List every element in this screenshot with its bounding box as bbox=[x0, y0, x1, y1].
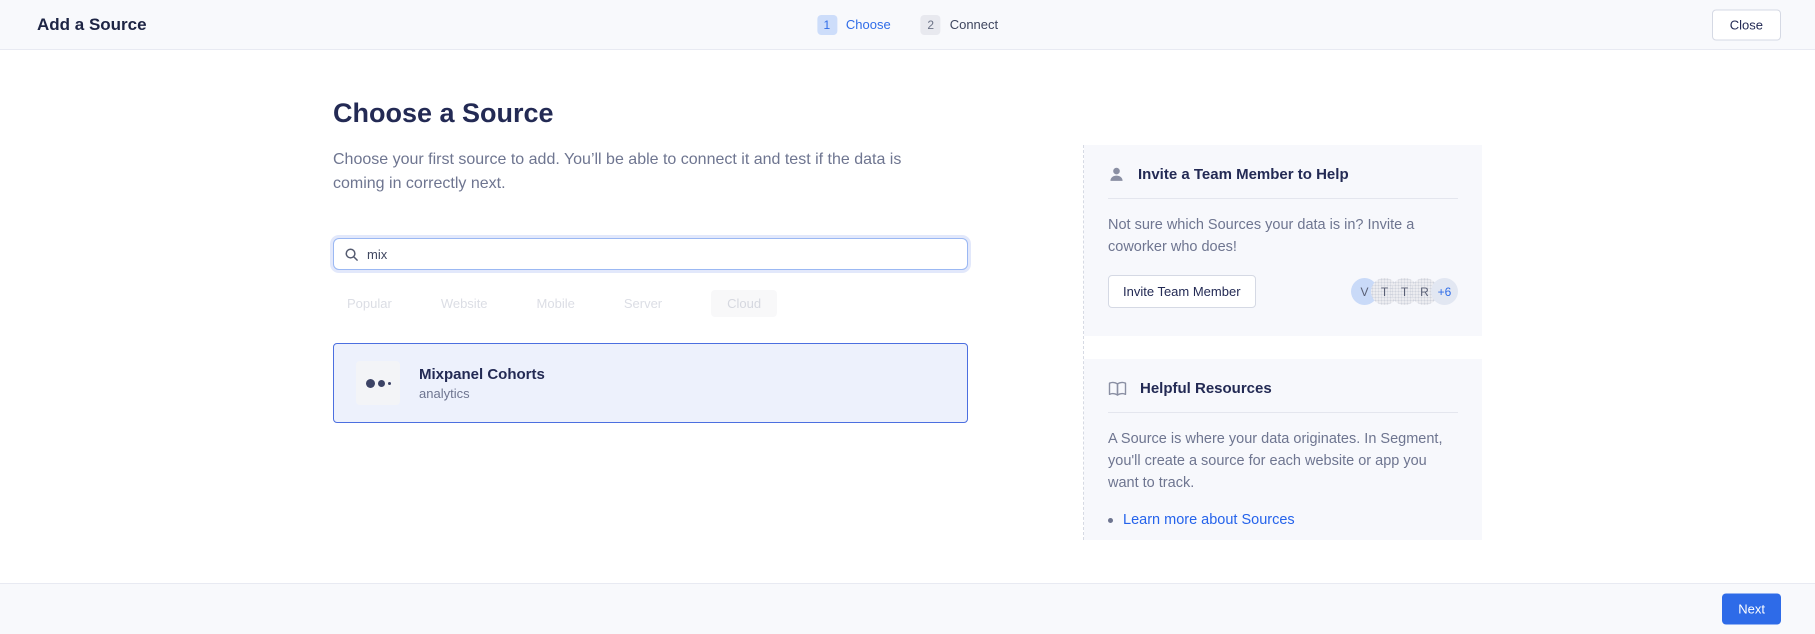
tab-website[interactable]: Website bbox=[441, 290, 488, 317]
step-choose[interactable]: 1 Choose bbox=[817, 15, 891, 35]
tab-cloud[interactable]: Cloud bbox=[711, 290, 777, 317]
step-connect-number: 2 bbox=[921, 15, 941, 35]
resources-card-header: Helpful Resources bbox=[1108, 380, 1458, 397]
step-connect-label: Connect bbox=[950, 17, 998, 32]
divider bbox=[1108, 412, 1458, 413]
close-button[interactable]: Close bbox=[1712, 9, 1781, 40]
invite-card-title: Invite a Team Member to Help bbox=[1138, 166, 1349, 183]
source-result-mixpanel-cohorts[interactable]: Mixpanel Cohorts analytics bbox=[333, 343, 968, 423]
mixpanel-dots-logo-icon bbox=[356, 361, 400, 405]
stepper: 1 Choose 2 Connect bbox=[817, 15, 998, 35]
search-icon bbox=[344, 247, 359, 262]
step-connect[interactable]: 2 Connect bbox=[921, 15, 998, 35]
resources-card-title: Helpful Resources bbox=[1140, 380, 1272, 397]
search-input[interactable] bbox=[367, 247, 957, 262]
invite-team-card: Invite a Team Member to Help Not sure wh… bbox=[1084, 145, 1482, 336]
tab-popular[interactable]: Popular bbox=[347, 290, 392, 317]
page-body: Choose a Source Choose your first source… bbox=[0, 50, 1815, 583]
resources-card-body: A Source is where your data originates. … bbox=[1108, 428, 1453, 494]
team-avatars: V T T R +6 bbox=[1351, 278, 1458, 305]
result-title: Mixpanel Cohorts bbox=[419, 366, 545, 383]
invite-card-body: Not sure which Sources your data is in? … bbox=[1108, 214, 1453, 258]
person-icon bbox=[1108, 166, 1125, 183]
next-button[interactable]: Next bbox=[1722, 594, 1781, 625]
invite-card-header: Invite a Team Member to Help bbox=[1108, 166, 1458, 183]
footer-bar: Next bbox=[0, 583, 1815, 634]
step-choose-number: 1 bbox=[817, 15, 837, 35]
resource-list-item: Learn more about Sources bbox=[1108, 512, 1458, 528]
add-source-screen: Add a Source 1 Choose 2 Connect Close Ch… bbox=[0, 0, 1815, 634]
invite-row: Invite Team Member V T T R +6 bbox=[1108, 275, 1458, 308]
window-title: Add a Source bbox=[37, 15, 147, 35]
divider bbox=[1108, 198, 1458, 199]
source-search[interactable] bbox=[333, 238, 968, 270]
bullet-icon bbox=[1108, 518, 1113, 523]
step-choose-label: Choose bbox=[846, 17, 891, 32]
result-text: Mixpanel Cohorts analytics bbox=[419, 366, 545, 401]
category-tabs: Popular Website Mobile Server Cloud bbox=[347, 290, 777, 317]
tab-mobile[interactable]: Mobile bbox=[537, 290, 575, 317]
tab-server[interactable]: Server bbox=[624, 290, 662, 317]
avatar-overflow-count: +6 bbox=[1431, 278, 1458, 305]
book-icon bbox=[1108, 381, 1127, 397]
page-description: Choose your first source to add. You’ll … bbox=[333, 148, 955, 196]
top-bar: Add a Source 1 Choose 2 Connect Close bbox=[0, 0, 1815, 50]
page-title: Choose a Source bbox=[333, 98, 554, 129]
resource-links: Learn more about Sources bbox=[1108, 512, 1458, 528]
main-content: Choose a Source Choose your first source… bbox=[333, 50, 968, 583]
learn-more-sources-link[interactable]: Learn more about Sources bbox=[1123, 512, 1295, 528]
result-category: analytics bbox=[419, 386, 545, 401]
helpful-resources-card: Helpful Resources A Source is where your… bbox=[1084, 359, 1482, 540]
invite-team-member-button[interactable]: Invite Team Member bbox=[1108, 275, 1256, 308]
